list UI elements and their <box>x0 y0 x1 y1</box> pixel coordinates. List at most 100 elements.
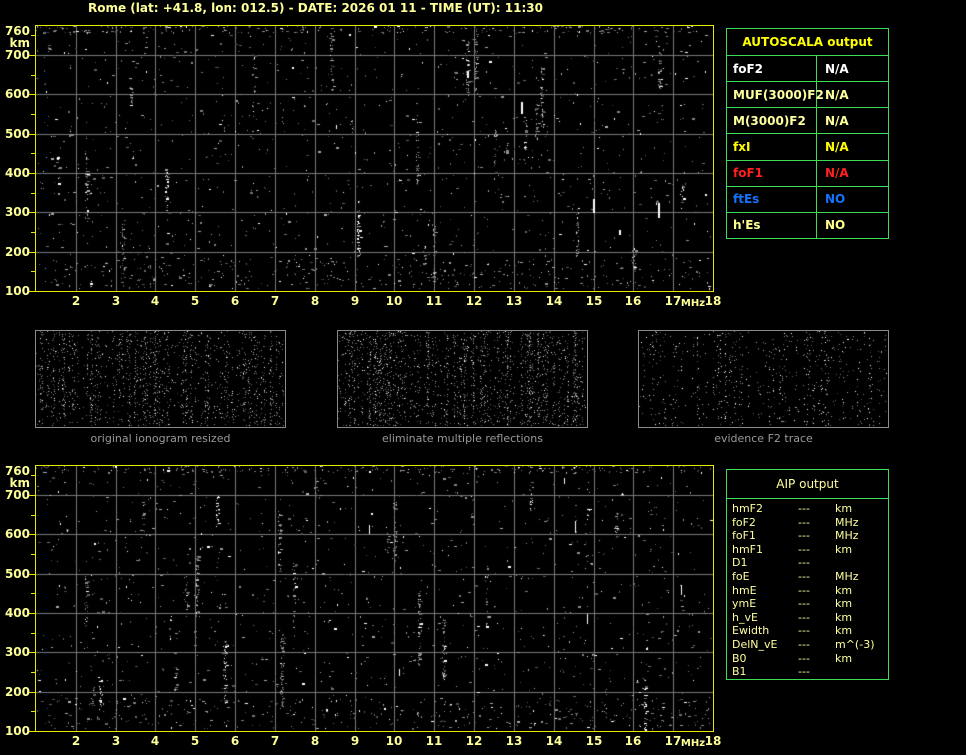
autoscala-row-label: foF2 <box>727 56 817 82</box>
autoscala-row-label: fxI <box>727 134 817 160</box>
aip-row-unit: MHz <box>835 515 859 529</box>
aip-row-label: hmF2 <box>732 502 764 515</box>
y-tick-label: 300 <box>4 645 30 659</box>
x-tick-label: 13 <box>505 734 523 748</box>
y-tick-label: 100 <box>4 724 30 738</box>
panel-original-ionogram <box>35 330 286 428</box>
autoscala-row-value: N/A <box>825 61 849 76</box>
y-tick-label: 200 <box>4 685 30 699</box>
y-tick-minor <box>31 114 35 115</box>
y-tick-major <box>29 534 35 535</box>
aip-row-label: foF1 <box>732 529 756 543</box>
aip-row-fof1: foF1 --- MHz <box>727 529 888 543</box>
aip-row-d1: D1 --- <box>727 556 888 570</box>
y-tick-label: 500 <box>4 127 30 141</box>
caption-original-ionogram: original ionogram resized <box>90 432 231 445</box>
x-tick-label: 5 <box>190 294 200 308</box>
aip-row-unit: km <box>835 542 853 556</box>
x-tick-label: 7 <box>270 734 280 748</box>
y-tick-minor <box>31 475 35 476</box>
x-tick-label: 4 <box>150 294 160 308</box>
panel-eliminate-reflections <box>337 330 588 428</box>
aip-row-value: --- <box>798 542 810 556</box>
y-tick-minor <box>31 232 35 233</box>
y-tick-minor <box>31 35 35 36</box>
y-tick-minor <box>31 593 35 594</box>
y-tick-major <box>29 291 35 292</box>
aip-row-unit <box>835 556 888 570</box>
aip-row-fof2: foF2 --- MHz <box>727 516 888 530</box>
y-tick-major <box>29 692 35 693</box>
x-tick-label: 16 <box>624 294 642 308</box>
y-tick-label: 600 <box>4 527 30 541</box>
x-tick-label: 15 <box>585 294 603 308</box>
aip-row-unit <box>835 665 888 679</box>
y-tick-label: 200 <box>4 245 30 259</box>
aip-table-header: AIP output <box>727 470 888 499</box>
x-tick-label: 8 <box>310 294 320 308</box>
panel-eliminate-reflections-canvas <box>338 331 587 427</box>
top-ionogram: 760 700 600 500 400 300 200 100 km 2 3 4 5 6 7 8 9 10 11 12… <box>0 24 760 325</box>
caption-eliminate-reflections: eliminate multiple reflections <box>382 432 543 445</box>
autoscala-row-h-es: h'Es NO <box>727 212 888 238</box>
autoscala-row-label: ftEs <box>727 186 817 212</box>
x-tick-label: 12 <box>465 294 483 308</box>
y-tick-major <box>29 55 35 56</box>
aip-row-unit: MHz <box>835 529 859 543</box>
y-tick-major <box>29 252 35 253</box>
aip-row-value: --- <box>798 502 810 515</box>
aip-row-unit: km <box>835 624 853 638</box>
y-tick-label: 600 <box>4 87 30 101</box>
aip-row-value: --- <box>798 529 810 543</box>
x-tick-label: 10 <box>385 294 403 308</box>
x-tick-label: 9 <box>350 734 360 748</box>
page-title: Rome (lat: +41.8, lon: 012.5) - DATE: 20… <box>88 1 543 15</box>
aip-row-label: Ewidth <box>732 624 770 638</box>
autoscala-row-value: N/A <box>825 166 849 181</box>
autoscala-row-label: M(3000)F2 <box>727 108 817 134</box>
autoscala-row-fxi: fxI N/A <box>727 134 888 161</box>
aip-row-value: --- <box>798 637 810 651</box>
y-tick-major <box>29 212 35 213</box>
y-tick-minor <box>31 515 35 516</box>
aip-row-b0: B0 --- km <box>727 652 888 666</box>
aip-row-hmf1: hmF1 --- km <box>727 543 888 557</box>
x-tick-label: 16 <box>624 734 642 748</box>
aip-row-value: --- <box>798 569 810 583</box>
aip-row-value: --- <box>798 597 810 611</box>
x-tick-label: 11 <box>425 734 443 748</box>
autoscala-row-muf-3000-f2: MUF(3000)F2 N/A <box>727 82 888 109</box>
x-tick-label: 10 <box>385 734 403 748</box>
aip-row-value: --- <box>798 556 810 570</box>
autoscala-screen: Rome (lat: +41.8, lon: 012.5) - DATE: 20… <box>0 0 966 755</box>
aip-row-unit: km <box>835 651 853 665</box>
aip-row-hmf2: hmF2 --- km <box>727 502 888 516</box>
x-tick-label: 11 <box>425 294 443 308</box>
y-tick-major <box>29 613 35 614</box>
autoscala-row-value: N/A <box>825 139 849 154</box>
autoscala-row-fof1: foF1 N/A <box>727 160 888 187</box>
y-tick-major <box>29 94 35 95</box>
y-tick-major <box>29 574 35 575</box>
aip-row-unit: km <box>835 502 853 515</box>
autoscala-row-value: NO <box>825 192 846 207</box>
aip-row-deln-ve: DelN_vE --- m^(-3) <box>727 638 888 652</box>
aip-row-label: hmE <box>732 583 757 597</box>
aip-row-label: D1 <box>732 556 748 570</box>
y-tick-minor <box>31 554 35 555</box>
y-axis-unit: km <box>9 36 30 50</box>
aip-row-value: --- <box>798 610 810 624</box>
x-tick-label: 8 <box>310 734 320 748</box>
aip-row-label: hmF1 <box>732 542 764 556</box>
bottom-ionogram-frame <box>35 465 714 732</box>
x-tick-label: 6 <box>230 734 240 748</box>
y-tick-minor <box>31 271 35 272</box>
aip-row-yme: ymE --- km <box>727 597 888 611</box>
y-tick-minor <box>31 711 35 712</box>
x-axis-unit: MHz <box>680 298 706 309</box>
aip-row-value: --- <box>798 665 810 679</box>
y-tick-minor <box>31 672 35 673</box>
x-tick-label: 2 <box>71 294 81 308</box>
aip-row-value: --- <box>798 515 810 529</box>
y-tick-major <box>29 495 35 496</box>
